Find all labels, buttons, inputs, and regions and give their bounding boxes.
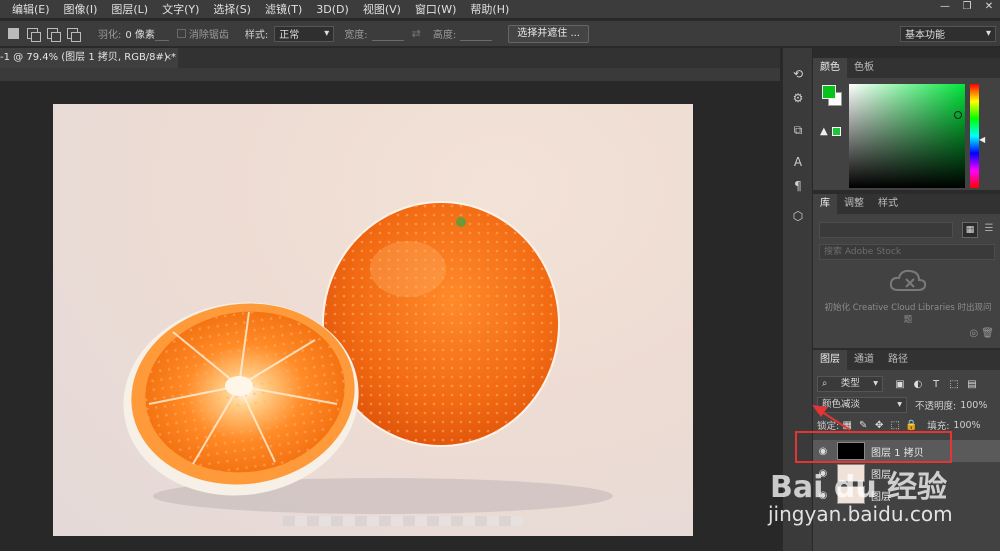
baidu-watermark: Bai du 经验	[770, 470, 948, 505]
watermark-url: jingyan.baidu.com	[768, 502, 953, 526]
